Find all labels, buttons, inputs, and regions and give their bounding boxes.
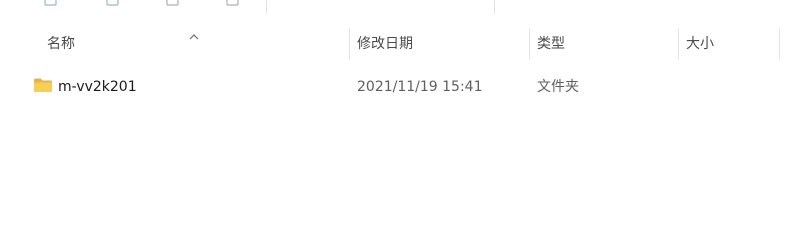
copy-icon[interactable] [42,0,60,6]
share-icon[interactable] [224,0,242,6]
folder-icon [33,77,53,93]
paste-icon[interactable] [104,0,122,6]
column-header-size[interactable]: 大小 [679,26,779,62]
toolbar [0,0,806,14]
sort-icon[interactable] [288,0,306,6]
column-header-type[interactable]: 类型 [530,26,678,62]
file-type: 文件夹 [537,79,579,95]
column-header-name[interactable]: 名称 [40,26,349,62]
file-modified-date: 2021/11/19 15:41 [357,79,483,95]
toolbar-separator [266,0,267,14]
view-icon[interactable] [396,0,460,6]
file-name[interactable]: m-vv2k201 [58,72,137,102]
file-explorer-window: 名称 修改日期 类型 大小 m-vv2k201 2021/11/19 15:41… [0,0,806,247]
toolbar-separator [494,0,495,14]
sort-label-icon[interactable] [314,0,358,6]
file-row[interactable]: m-vv2k201 2021/11/19 15:41 文件夹 [22,72,802,102]
column-divider[interactable] [779,28,780,60]
rename-icon[interactable] [164,0,182,6]
column-header-modified[interactable]: 修改日期 [350,26,529,62]
column-header-row: 名称 修改日期 类型 大小 [0,26,806,62]
